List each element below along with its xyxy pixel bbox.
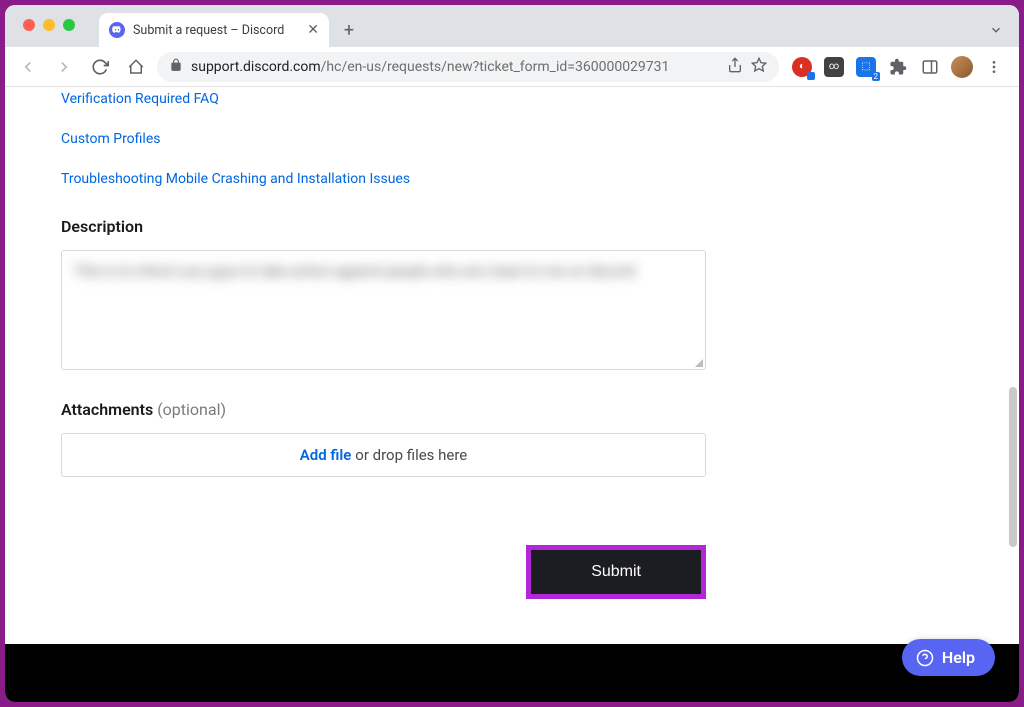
- description-value: This is to inform you guys to take actio…: [74, 261, 693, 283]
- back-button[interactable]: [13, 52, 43, 82]
- extensions-menu-icon[interactable]: [887, 56, 909, 78]
- help-article-link[interactable]: Custom Profiles: [61, 131, 709, 147]
- page-content: Verification Required FAQ Custom Profile…: [5, 87, 1019, 702]
- submit-highlight: Submit: [526, 545, 706, 599]
- home-button[interactable]: [121, 52, 151, 82]
- help-widget-button[interactable]: Help: [902, 639, 995, 676]
- close-tab-icon[interactable]: ✕: [307, 23, 319, 37]
- profile-avatar[interactable]: [951, 56, 973, 78]
- add-file-link[interactable]: Add file: [300, 446, 352, 464]
- share-icon[interactable]: [727, 57, 743, 77]
- scrollbar-thumb[interactable]: [1009, 387, 1017, 547]
- scrollbar[interactable]: [1005, 87, 1019, 644]
- tab-title: Submit a request – Discord: [133, 23, 284, 38]
- extension-icon[interactable]: ⬚2: [855, 56, 877, 78]
- reload-button[interactable]: [85, 52, 115, 82]
- description-textarea[interactable]: This is to inform you guys to take actio…: [61, 250, 706, 370]
- submit-button[interactable]: Submit: [531, 550, 701, 594]
- description-label: Description: [61, 217, 709, 236]
- new-tab-button[interactable]: +: [335, 16, 363, 44]
- resize-handle-icon[interactable]: [695, 359, 703, 367]
- help-icon: [916, 649, 934, 667]
- drop-files-text: or drop files here: [355, 446, 467, 464]
- extension-icon[interactable]: ◐: [791, 56, 813, 78]
- minimize-window-button[interactable]: [43, 19, 55, 31]
- close-window-button[interactable]: [23, 19, 35, 31]
- forward-button[interactable]: [49, 52, 79, 82]
- bookmark-icon[interactable]: [751, 57, 767, 77]
- browser-toolbar: support.discord.com/hc/en-us/requests/ne…: [5, 47, 1019, 87]
- lock-icon: [169, 58, 183, 76]
- extension-icon[interactable]: ∞: [823, 56, 845, 78]
- attachments-dropzone[interactable]: Add file or drop files here: [61, 433, 706, 477]
- toolbar-right-icons: ◐ ∞ ⬚2: [785, 56, 1011, 78]
- page-footer: [5, 644, 1019, 702]
- help-widget-label: Help: [942, 648, 975, 667]
- help-article-link[interactable]: Troubleshooting Mobile Crashing and Inst…: [61, 171, 709, 187]
- maximize-window-button[interactable]: [63, 19, 75, 31]
- url-text: support.discord.com/hc/en-us/requests/ne…: [191, 59, 669, 75]
- attachments-label: Attachments (optional): [61, 400, 709, 419]
- menu-icon[interactable]: [983, 56, 1005, 78]
- browser-tab-bar: Submit a request – Discord ✕ +: [5, 5, 1019, 47]
- address-bar[interactable]: support.discord.com/hc/en-us/requests/ne…: [157, 52, 779, 82]
- window-controls: [23, 19, 75, 31]
- help-article-link[interactable]: Verification Required FAQ: [61, 91, 709, 107]
- tabs-overflow-icon[interactable]: [989, 22, 1003, 41]
- browser-tab[interactable]: Submit a request – Discord ✕: [99, 13, 329, 47]
- side-panel-icon[interactable]: [919, 56, 941, 78]
- discord-favicon-icon: [109, 22, 125, 38]
